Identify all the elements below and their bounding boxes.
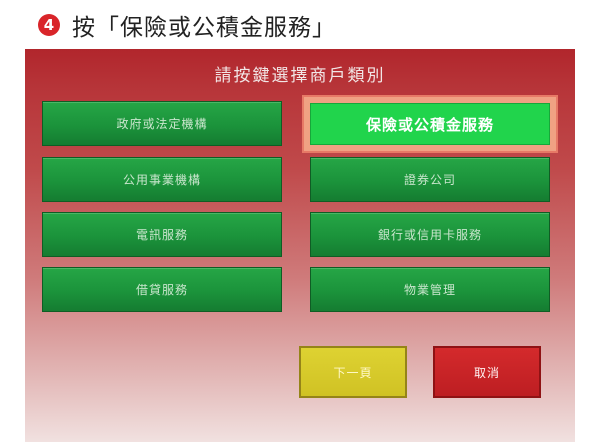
atm-screen: 請按鍵選擇商戶類別 政府或法定機構 公用事業機構 電訊服務 借貸服務 保險或公積… (25, 49, 575, 442)
cancel-button[interactable]: 取消 (433, 346, 541, 398)
merchant-category-utilities-button[interactable]: 公用事業機構 (42, 157, 282, 202)
step-title: 按「保險或公積金服務」 (72, 15, 336, 41)
step-header: 4 按「保險或公積金服務」 (38, 8, 336, 42)
merchant-category-telecom-button[interactable]: 電訊服務 (42, 212, 282, 257)
merchant-category-bank-credit-card-button[interactable]: 銀行或信用卡服務 (310, 212, 550, 257)
screen-header: 請按鍵選擇商戶類別 (214, 66, 386, 86)
merchant-category-loans-button[interactable]: 借貸服務 (42, 267, 282, 312)
merchant-category-insurance-mpf-button[interactable]: 保險或公積金服務 (310, 103, 550, 145)
merchant-category-government-button[interactable]: 政府或法定機構 (42, 101, 282, 146)
step-number-badge: 4 (38, 14, 60, 36)
merchant-category-property-management-button[interactable]: 物業管理 (310, 267, 550, 312)
next-page-button[interactable]: 下一頁 (299, 346, 407, 398)
merchant-category-securities-button[interactable]: 證券公司 (310, 157, 550, 202)
